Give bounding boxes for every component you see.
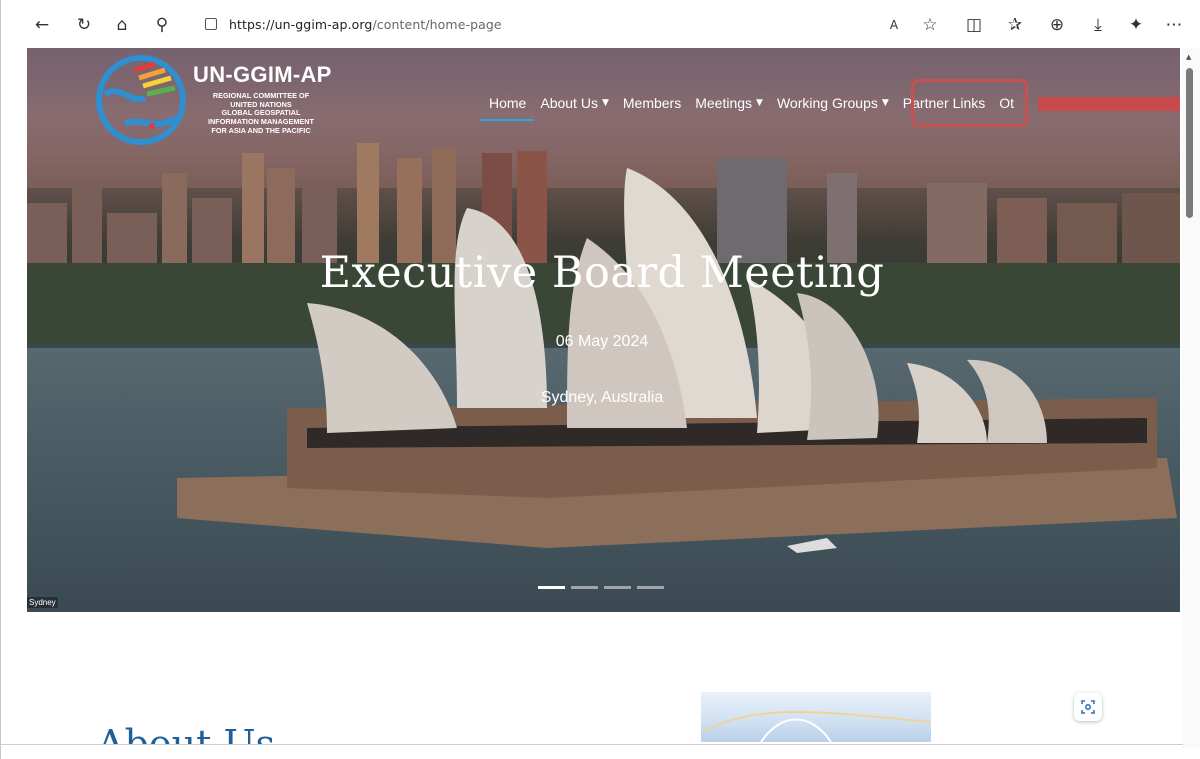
nav-working-groups[interactable]: Working Groups ▼ [777,95,889,111]
carousel-indicators [538,586,670,589]
carousel-dot[interactable] [604,586,631,589]
favorites-list-icon[interactable]: ✰ [1004,14,1026,36]
logo-title: UN-GGIM-AP [193,62,332,87]
scroll-up-icon[interactable]: ▲ [1186,53,1191,61]
address-bar[interactable]: https://un-ggim-ap.org/content/home-page [189,9,729,39]
url-text: https://un-ggim-ap.org/content/home-page [229,16,502,32]
collections-icon[interactable]: ⊕ [1046,14,1068,36]
visual-search-icon[interactable] [1074,693,1102,721]
hero-location: Sydney, Australia [540,389,664,406]
annotation-highlight-box [911,79,1028,127]
more-icon[interactable]: ⋯ [1163,14,1185,36]
downloads-icon[interactable]: ⤓ [1087,14,1109,36]
image-caption: Sydney [27,597,58,608]
site-logo[interactable]: UN-GGIM-AP REGIONAL COMMITTEE OF UNITED … [95,54,355,154]
favorite-icon[interactable]: ☆ [919,14,941,36]
page-scrollbar[interactable]: ▲ [1182,48,1200,748]
hero-title: Executive Board Meeting [319,248,885,298]
scrollbar-thumb[interactable] [1186,68,1193,218]
chevron-down-icon: ▼ [601,98,609,108]
logo-subtitle: REGIONAL COMMITTEE OF UNITED NATIONS GLO… [207,91,315,135]
about-image [701,692,931,742]
browser-toolbar: ← ↻ ⌂ ⚲ https://un-ggim-ap.org/content/h… [1,0,1200,48]
annotation-arrow [1038,97,1180,111]
read-aloud-icon[interactable]: A [883,14,905,36]
back-icon[interactable]: ← [31,14,53,36]
nav-home[interactable]: Home [480,95,535,121]
un-ggim-ap-globe-icon [96,55,186,145]
hero-date: 06 May 2024 [555,333,649,350]
extensions-icon[interactable]: ✦ [1125,14,1147,36]
window-bottom-border [1,744,1183,745]
search-icon[interactable]: ⚲ [151,14,173,36]
carousel-dot[interactable] [637,586,664,589]
nav-meetings[interactable]: Meetings ▼ [695,95,763,111]
refresh-icon[interactable]: ↻ [73,14,95,36]
split-screen-icon[interactable]: ◫ [963,14,985,36]
chevron-down-icon: ▼ [881,98,889,108]
chevron-down-icon: ▼ [756,98,763,108]
home-icon[interactable]: ⌂ [111,14,133,36]
browser-window: ← ↻ ⌂ ⚲ https://un-ggim-ap.org/content/h… [0,0,1200,759]
nav-about-us[interactable]: About Us ▼ [540,95,609,111]
carousel-dot[interactable] [538,586,565,589]
hero-carousel: UN-GGIM-AP REGIONAL COMMITTEE OF UNITED … [27,48,1180,612]
carousel-dot[interactable] [571,586,598,589]
about-us-heading: About Us [97,722,275,744]
nav-members[interactable]: Members [623,95,681,111]
site-info-icon[interactable] [205,18,217,30]
